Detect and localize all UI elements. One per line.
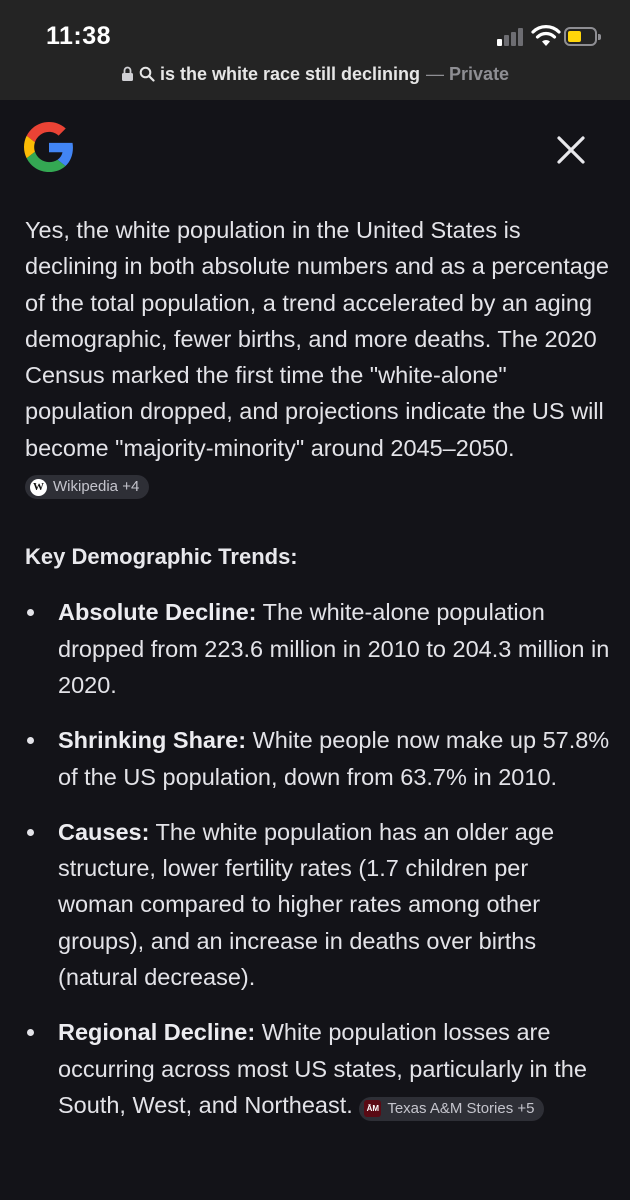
bullet-icon <box>27 828 34 836</box>
bullet-icon <box>27 737 34 745</box>
list-item: Regional Decline: White population losse… <box>25 1014 610 1123</box>
bullet-title: Shrinking Share: <box>58 727 247 754</box>
bullet-icon <box>27 609 34 617</box>
source-chip-label: Wikipedia +4 <box>53 478 140 496</box>
answer-text: Yes, the white population in the United … <box>25 217 609 461</box>
status-bar: 11:38 is the white race still declining —… <box>0 0 630 100</box>
list-item: Absolute Decline: The white-alone popula… <box>25 594 610 703</box>
bullet-title: Regional Decline: <box>58 1019 256 1046</box>
address-bar[interactable]: is the white race still declining — Priva… <box>0 64 630 90</box>
lock-icon <box>121 66 133 81</box>
section-heading: Key Demographic Trends: <box>25 544 298 570</box>
trend-list: Absolute Decline: The white-alone popula… <box>25 594 610 1123</box>
source-chip-label: Texas A&M Stories +5 <box>387 1099 535 1117</box>
clock-time: 11:38 <box>46 22 112 50</box>
google-logo <box>24 122 73 172</box>
source-chip-wikipedia[interactable]: W Wikipedia +4 <box>25 475 150 500</box>
list-item: Shrinking Share: White people now make u… <box>25 722 610 795</box>
wifi-icon <box>531 25 561 46</box>
close-icon[interactable] <box>553 132 589 168</box>
bullet-title: Causes: <box>58 818 150 845</box>
bullet-icon <box>27 1029 34 1037</box>
texas-am-icon: ĀM <box>364 1100 382 1118</box>
source-chip-texas-am[interactable]: ĀM Texas A&M Stories +5 <box>359 1096 545 1121</box>
answer-paragraph: Yes, the white population in the United … <box>25 212 610 502</box>
url-separator: — <box>426 64 445 84</box>
cellular-signal-icon <box>497 28 525 46</box>
wikipedia-icon: W <box>30 478 47 496</box>
ai-overview: Yes, the white population in the United … <box>25 212 610 1142</box>
search-icon <box>139 66 155 82</box>
list-item: Causes: The white population has an olde… <box>25 814 610 995</box>
search-query: is the white race still declining <box>159 64 421 84</box>
bullet-title: Absolute Decline: <box>58 599 257 626</box>
battery-icon <box>564 27 601 46</box>
private-mode-label: Private <box>449 64 510 84</box>
